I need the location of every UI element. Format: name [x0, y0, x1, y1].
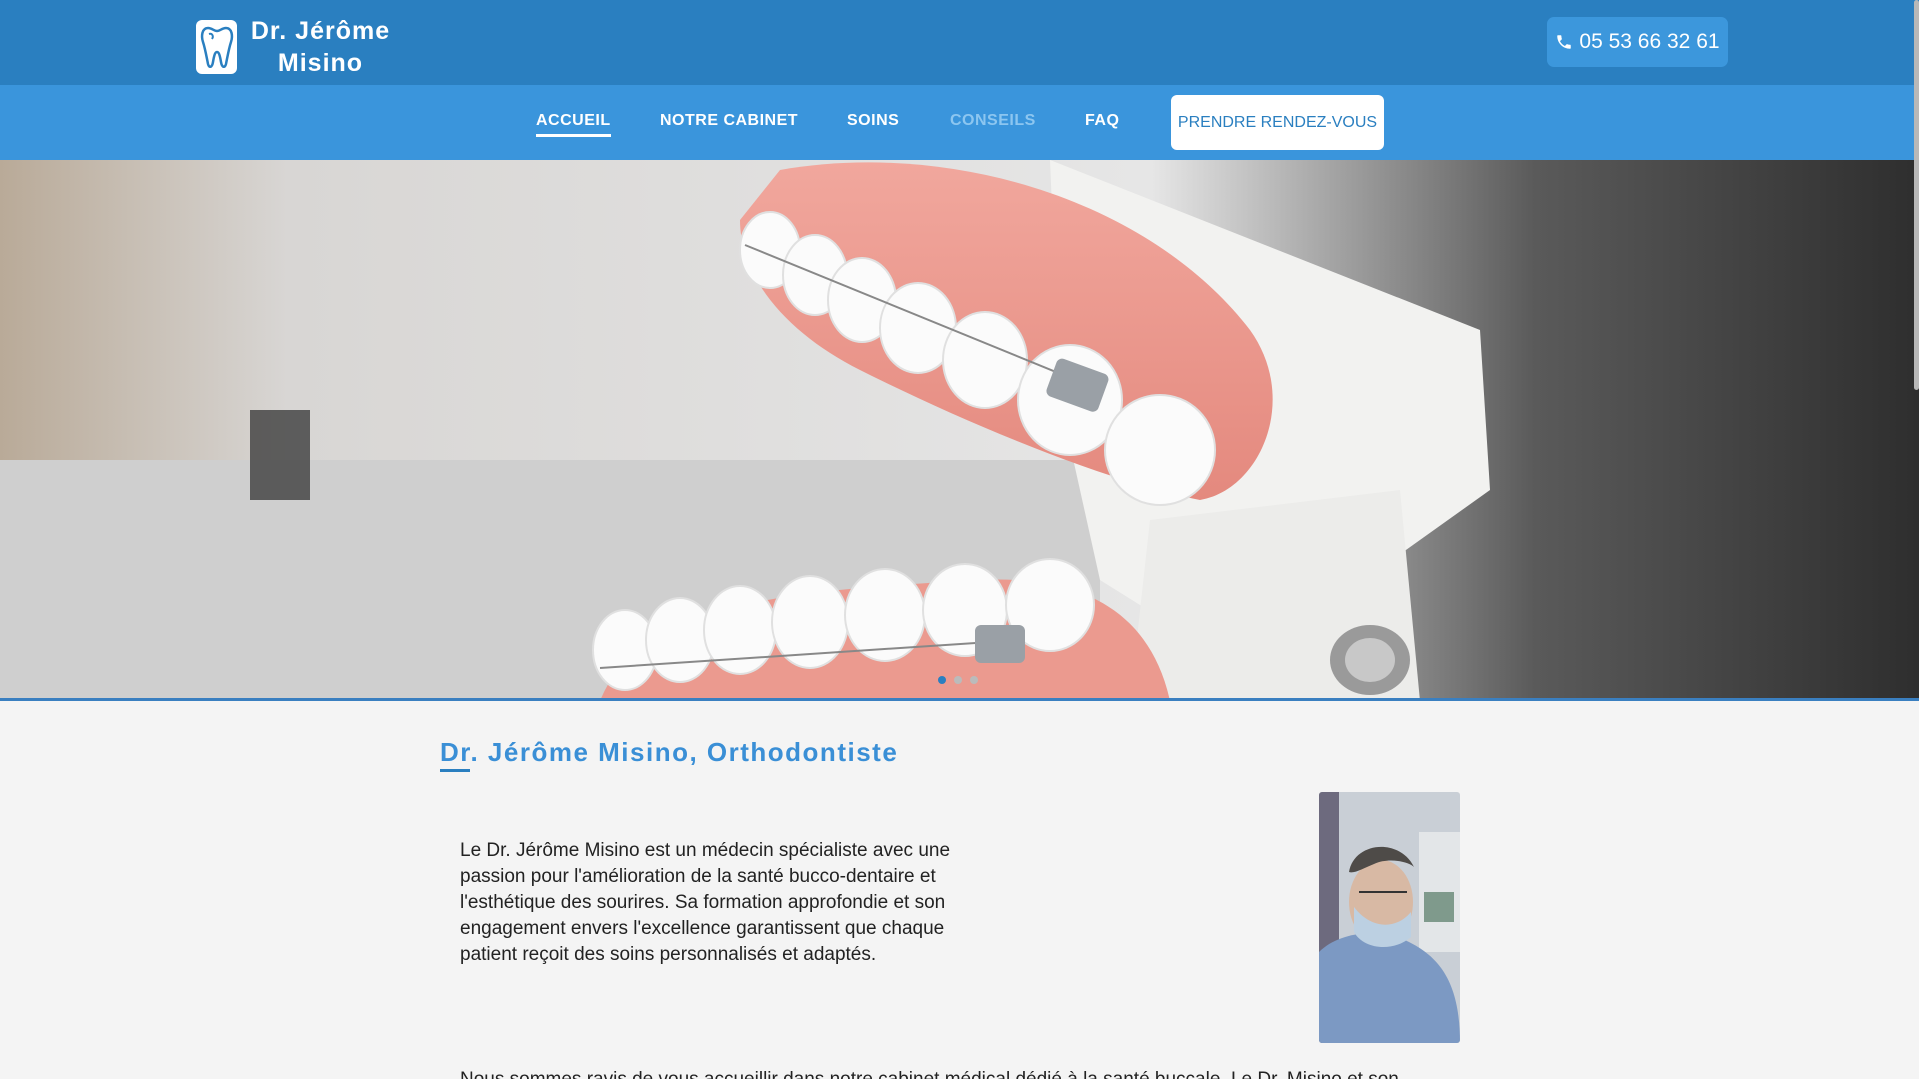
tooth-icon: [196, 20, 237, 74]
phone-icon: [1555, 33, 1573, 51]
nav-item-faq[interactable]: FAQ: [1085, 112, 1119, 130]
dental-braces-image: [0, 160, 1919, 698]
intro-paragraph: Le Dr. Jérôme Misino est un médecin spéc…: [460, 840, 951, 965]
brand-line-1: Dr. Jérôme: [250, 17, 391, 45]
nav-item-notre-cabinet[interactable]: NOTRE CABINET: [660, 112, 798, 130]
phone-button[interactable]: 05 53 66 32 61: [1547, 17, 1728, 67]
nav-item-soins[interactable]: SOINS: [847, 112, 899, 130]
hero-carousel[interactable]: [0, 160, 1919, 701]
carousel-dot-2[interactable]: [954, 676, 962, 684]
carousel-dot-1[interactable]: [938, 676, 946, 684]
brand-name: Dr. Jérôme Misino: [243, 15, 398, 79]
brand-logo[interactable]: Dr. Jérôme Misino: [196, 15, 398, 79]
title-underline: [440, 769, 470, 772]
phone-number: 05 53 66 32 61: [1579, 30, 1720, 53]
nav-item-conseils[interactable]: CONSEILS: [950, 112, 1036, 130]
top-bar: Dr. Jérôme Misino 05 53 66 32 61: [0, 0, 1919, 85]
brand-line-2: Misino: [277, 49, 364, 77]
page-title: Dr. Jérôme Misino, Orthodontiste: [440, 737, 899, 767]
carousel-dot-3[interactable]: [970, 676, 978, 684]
doctor-portrait: [1319, 792, 1460, 1043]
welcome-paragraph: Nous sommes ravis de vous accueillir dan…: [460, 1067, 1460, 1079]
page-scrollbar[interactable]: [1914, 0, 1919, 390]
appointment-button[interactable]: PRENDRE RENDEZ-VOUS: [1171, 95, 1384, 150]
nav-item-accueil[interactable]: ACCUEIL: [536, 112, 611, 137]
carousel-indicators: [938, 676, 978, 684]
